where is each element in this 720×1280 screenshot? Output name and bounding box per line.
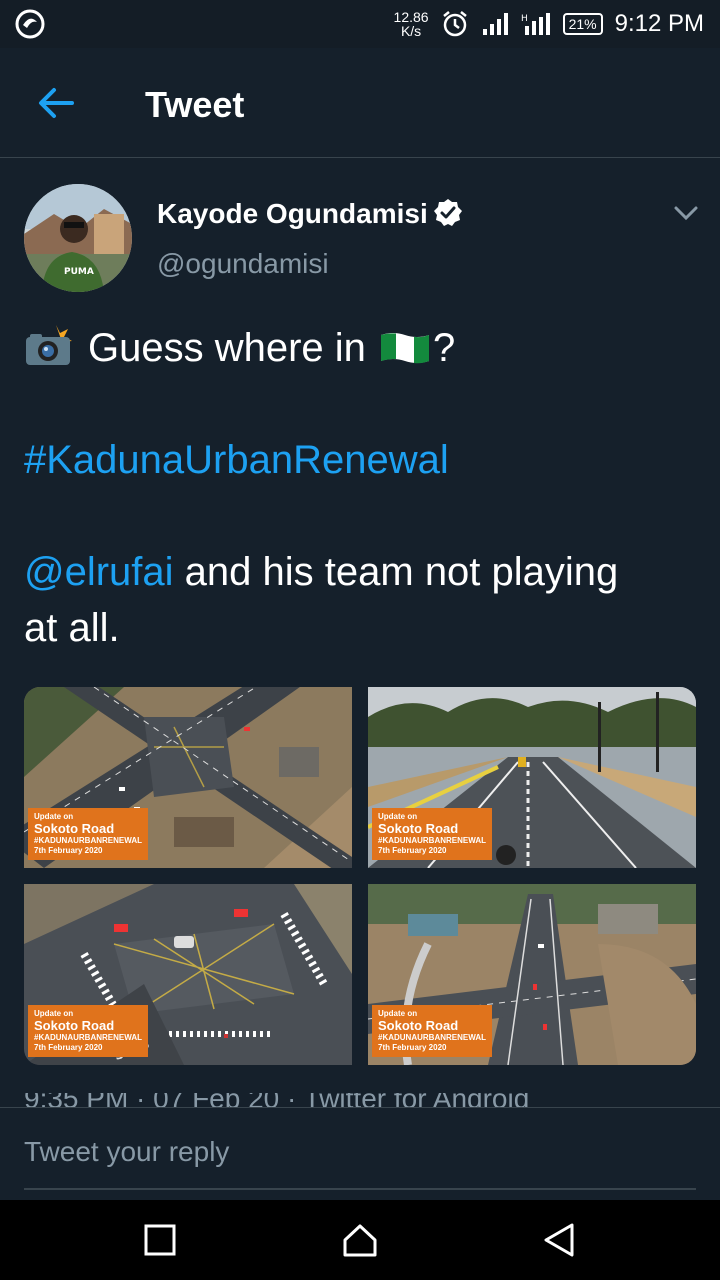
triangle-back-icon	[544, 1223, 574, 1257]
tweet-options-button[interactable]	[672, 202, 700, 224]
battery-indicator: 21%	[562, 13, 603, 35]
page-title: Tweet	[145, 84, 245, 125]
avatar[interactable]: PUMA	[24, 184, 132, 292]
author-handle[interactable]: @ogundamisi	[157, 248, 329, 280]
svg-text:PUMA: PUMA	[64, 267, 94, 277]
back-button[interactable]	[36, 86, 76, 120]
alarm-icon	[442, 11, 467, 37]
signal-icon	[482, 13, 508, 35]
tweet-image-3[interactable]: STOP Update on Sokoto Road #KADUNAURBANR…	[24, 884, 352, 1065]
app-notification-icon	[14, 8, 46, 40]
tweet-text: Guess where in ? #KadunaUrbanRenewal @el…	[24, 320, 704, 656]
image-caption-badge: Update on Sokoto Road #KADUNAURBANRENEWA…	[28, 1005, 148, 1057]
hashtag-link[interactable]: #KadunaUrbanRenewal	[24, 438, 449, 482]
reply-bar	[0, 1107, 720, 1201]
tweet-image-2[interactable]: Update on Sokoto Road #KADUNAURBANRENEWA…	[368, 687, 696, 868]
svg-text:H: H	[521, 14, 528, 24]
home-icon	[343, 1224, 377, 1257]
image-caption-badge: Update on Sokoto Road #KADUNAURBANRENEWA…	[28, 808, 148, 860]
square-icon	[144, 1224, 176, 1256]
image-caption-badge: Update on Sokoto Road #KADUNAURBANRENEWA…	[372, 808, 492, 860]
reply-input[interactable]	[24, 1130, 696, 1190]
status-bar: 12.86 K/s H 21% 9:12 PM	[0, 0, 720, 48]
tweet-image-4[interactable]: Update on Sokoto Road #KADUNAURBANRENEWA…	[368, 884, 696, 1065]
image-caption-badge: Update on Sokoto Road #KADUNAURBANRENEWA…	[372, 1005, 492, 1057]
camera-flash-emoji-icon	[24, 323, 74, 367]
chevron-down-icon	[674, 206, 698, 221]
system-nav-bar	[0, 1200, 720, 1280]
back-nav-button[interactable]	[540, 1220, 580, 1260]
network-speed: 12.86 K/s	[393, 9, 429, 39]
app-header: Tweet	[0, 48, 720, 158]
nigeria-flag-emoji-icon	[379, 324, 431, 364]
tweet-media-grid: Update on Sokoto Road #KADUNAURBANRENEWA…	[24, 687, 696, 1065]
recent-apps-button[interactable]	[140, 1220, 180, 1260]
tweet-timestamp: 9:35 PM · 07 Feb 20 · Twitter for Androi…	[24, 1093, 704, 1107]
verified-badge-icon	[433, 198, 463, 228]
status-time: 9:12 PM	[614, 10, 704, 37]
home-button[interactable]	[340, 1220, 380, 1260]
mention-link[interactable]: @elrufai	[24, 550, 174, 594]
signal-2-icon: H	[521, 13, 550, 35]
tweet-image-1[interactable]: Update on Sokoto Road #KADUNAURBANRENEWA…	[24, 687, 352, 868]
arrow-left-icon	[39, 88, 74, 118]
author-name[interactable]: Kayode Ogundamisi	[157, 198, 428, 230]
